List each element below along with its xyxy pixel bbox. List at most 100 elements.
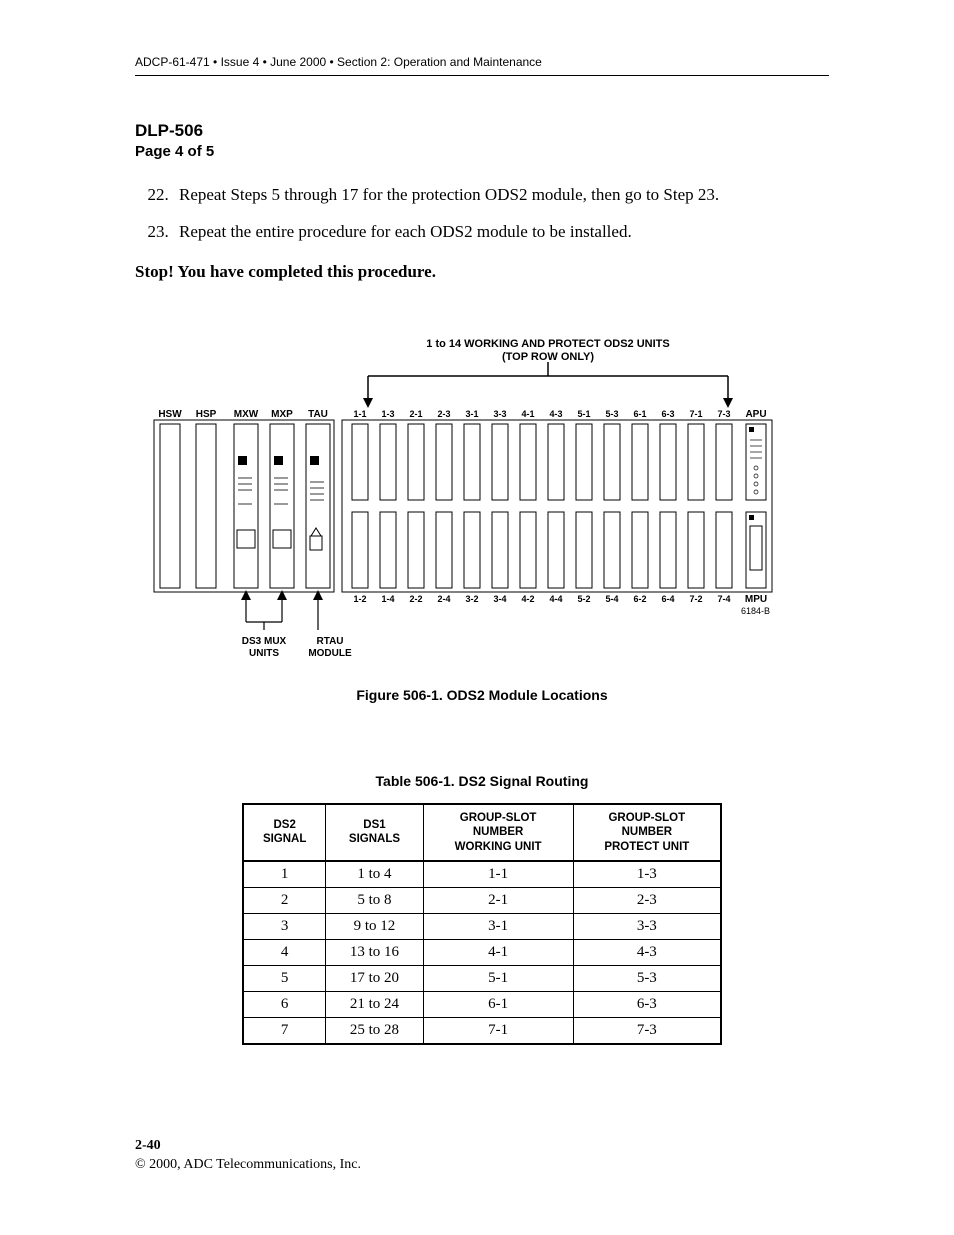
figure-rtau-label-l1: RTAU <box>316 636 343 647</box>
slot-label-top: 3-1 <box>465 409 478 419</box>
slot-label-bottom: 2-4 <box>437 594 450 604</box>
routing-table: DS2SIGNAL DS1SIGNALS GROUP-SLOTNUMBERWOR… <box>242 803 722 1045</box>
cell-prot: 5-3 <box>573 966 721 992</box>
left-slots: HSW HSP MXW MXP TAU <box>154 409 334 592</box>
slot-label-bottom: 6-2 <box>633 594 646 604</box>
slot-label-top: 5-1 <box>577 409 590 419</box>
table-row: 621 to 246-16-3 <box>243 992 721 1018</box>
cell-work: 2-1 <box>423 888 573 914</box>
slot-rect <box>380 424 396 500</box>
page-footer: 2-40 © 2000, ADC Telecommunications, Inc… <box>135 1137 361 1175</box>
slot-label-bottom: 4-2 <box>521 594 534 604</box>
cell-ds2: 5 <box>243 966 326 992</box>
cell-ds2: 4 <box>243 940 326 966</box>
slot-label-tau: TAU <box>308 409 328 420</box>
th-working: GROUP-SLOTNUMBERWORKING UNIT <box>423 804 573 861</box>
figure-block: 1 to 14 WORKING AND PROTECT ODS2 UNITS (… <box>135 332 829 703</box>
slot-rect <box>352 512 368 588</box>
slot-label-top: 6-3 <box>661 409 674 419</box>
cell-prot: 3-3 <box>573 914 721 940</box>
table-header-row: DS2SIGNAL DS1SIGNALS GROUP-SLOTNUMBERWOR… <box>243 804 721 861</box>
figure-caption: Figure 506-1. ODS2 Module Locations <box>135 687 829 703</box>
th-protect: GROUP-SLOTNUMBERPROTECT UNIT <box>573 804 721 861</box>
cell-work: 5-1 <box>423 966 573 992</box>
slot-label-apu: APU <box>745 409 766 420</box>
slot-rect <box>464 424 480 500</box>
cell-prot: 1-3 <box>573 861 721 888</box>
th-ds1: DS1SIGNALS <box>326 804 423 861</box>
cell-work: 1-1 <box>423 861 573 888</box>
cell-ds1: 13 to 16 <box>326 940 423 966</box>
cell-ds2: 2 <box>243 888 326 914</box>
step-22: Repeat Steps 5 through 17 for the protec… <box>173 184 829 207</box>
slot-label-top: 7-1 <box>689 409 702 419</box>
figure-ds3mux-label-l2: UNITS <box>249 648 279 659</box>
slot-rect <box>492 424 508 500</box>
cell-prot: 2-3 <box>573 888 721 914</box>
slot-label-top: 2-1 <box>409 409 422 419</box>
slot-label-top: 2-3 <box>437 409 450 419</box>
table-caption: Table 506-1. DS2 Signal Routing <box>135 773 829 789</box>
cell-ds2: 7 <box>243 1018 326 1045</box>
slot-label-mxw: MXW <box>234 409 259 420</box>
cell-prot: 7-3 <box>573 1018 721 1045</box>
right-slots: 1-11-32-12-33-13-34-14-35-15-36-16-37-17… <box>342 409 772 605</box>
slot-label-mpu: MPU <box>745 594 767 605</box>
slot-rect <box>436 512 452 588</box>
cell-ds2: 1 <box>243 861 326 888</box>
procedure-code: DLP-506 <box>135 121 829 141</box>
copyright: © 2000, ADC Telecommunications, Inc. <box>135 1157 361 1172</box>
slot-label-bottom: 7-2 <box>689 594 702 604</box>
slot-label-bottom: 1-2 <box>353 594 366 604</box>
page-number: 2-40 <box>135 1138 161 1153</box>
slot-rect <box>716 512 732 588</box>
cell-ds2: 6 <box>243 992 326 1018</box>
slot-rect <box>716 424 732 500</box>
step-list: Repeat Steps 5 through 17 for the protec… <box>135 184 829 244</box>
step-23: Repeat the entire procedure for each ODS… <box>173 221 829 244</box>
slot-rect <box>688 424 704 500</box>
procedure-page-line: Page 4 of 5 <box>135 143 829 160</box>
slot-rect <box>604 512 620 588</box>
slot-rect <box>688 512 704 588</box>
slot-label-bottom: 1-4 <box>381 594 394 604</box>
slot-label-bottom: 5-4 <box>605 594 618 604</box>
slot-rect <box>548 512 564 588</box>
slot-rect <box>576 512 592 588</box>
slot-rect <box>352 424 368 500</box>
figure-rtau-label-l2: MODULE <box>308 648 352 659</box>
table-row: 517 to 205-15-3 <box>243 966 721 992</box>
cell-work: 7-1 <box>423 1018 573 1045</box>
slot-label-top: 1-3 <box>381 409 394 419</box>
cell-ds1: 25 to 28 <box>326 1018 423 1045</box>
slot-rect <box>408 512 424 588</box>
slot-label-bottom: 3-4 <box>493 594 506 604</box>
slot-label-bottom: 6-4 <box>661 594 674 604</box>
cell-prot: 4-3 <box>573 940 721 966</box>
figure-svg: 1 to 14 WORKING AND PROTECT ODS2 UNITS (… <box>152 332 812 662</box>
slot-label-top: 5-3 <box>605 409 618 419</box>
table-row: 413 to 164-14-3 <box>243 940 721 966</box>
figure-top-note-line2: (TOP ROW ONLY) <box>502 351 594 363</box>
figure-drawing-id: 6184-B <box>741 606 770 616</box>
slot-label-hsp: HSP <box>196 409 217 420</box>
slot-label-bottom: 4-4 <box>549 594 562 604</box>
figure-ds3mux-label-l1: DS3 MUX <box>242 636 287 647</box>
slot-rect <box>380 512 396 588</box>
table-row: 11 to 41-11-3 <box>243 861 721 888</box>
slot-label-mxp: MXP <box>271 409 293 420</box>
table-row: 725 to 287-17-3 <box>243 1018 721 1045</box>
figure-top-note-line1: 1 to 14 WORKING AND PROTECT ODS2 UNITS <box>426 338 669 350</box>
slot-rect <box>548 424 564 500</box>
cell-work: 4-1 <box>423 940 573 966</box>
slot-rect <box>632 512 648 588</box>
cell-ds1: 5 to 8 <box>326 888 423 914</box>
slot-label-top: 3-3 <box>493 409 506 419</box>
table-row: 39 to 123-13-3 <box>243 914 721 940</box>
th-ds2: DS2SIGNAL <box>243 804 326 861</box>
slot-rect <box>632 424 648 500</box>
slot-rect <box>520 424 536 500</box>
slot-label-top: 7-3 <box>717 409 730 419</box>
slot-rect <box>660 512 676 588</box>
slot-label-bottom: 3-2 <box>465 594 478 604</box>
